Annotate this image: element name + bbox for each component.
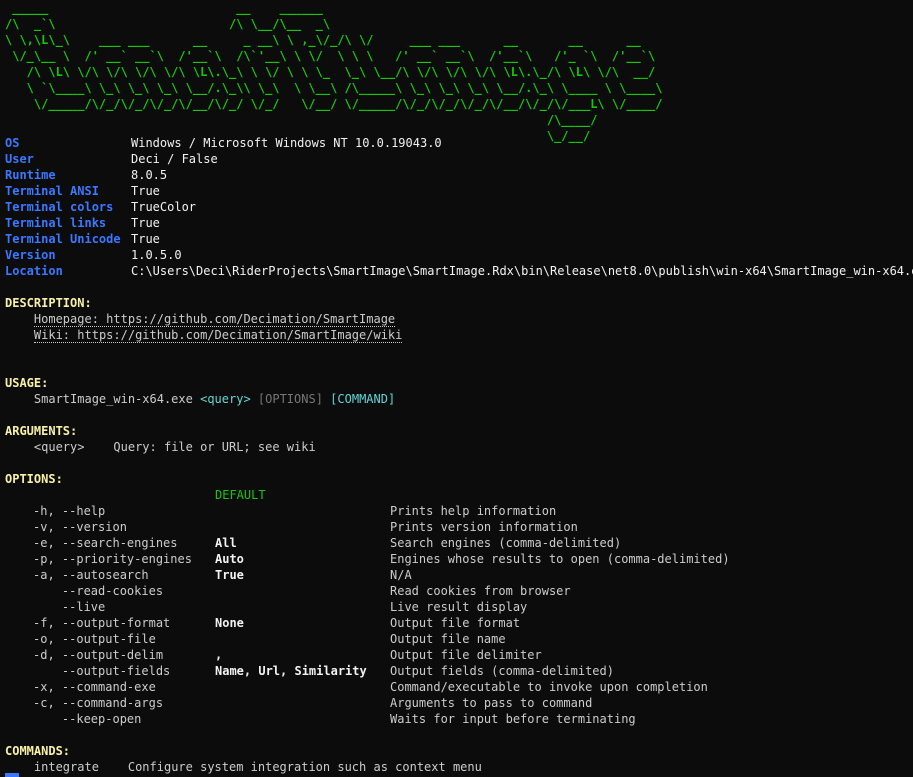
- description-header: DESCRIPTION:: [5, 296, 92, 310]
- default-header: DEFAULT: [215, 488, 266, 502]
- command-name: integrate: [33, 760, 99, 774]
- usage-command: [COMMAND]: [330, 392, 396, 406]
- argument-name: <query>: [33, 440, 85, 454]
- info-value: True: [131, 232, 160, 246]
- option-default: True: [215, 568, 244, 582]
- arguments-section: ARGUMENTS:: [5, 423, 77, 439]
- homepage-label: Homepage:: [33, 312, 99, 326]
- option-flag: -c, --command-args: [33, 696, 164, 710]
- wiki-line: Wiki: https://github.com/Decimation/Smar…: [5, 327, 403, 343]
- option-default: Auto: [215, 552, 244, 566]
- info-key: OS: [5, 136, 20, 150]
- commands-header: COMMANDS:: [5, 744, 71, 758]
- default-column-header: DEFAULT: [215, 487, 266, 503]
- info-key: Terminal ANSI: [5, 184, 99, 198]
- option-desc: Search engines (comma-delimited): [390, 536, 622, 550]
- info-key: Version: [5, 248, 56, 262]
- info-value: TrueColor: [131, 200, 197, 214]
- argument-desc: Query: file or URL; see wiki: [113, 440, 316, 454]
- option-flag: -e, --search-engines: [33, 536, 178, 550]
- option-flag: -a, --autosearch: [33, 568, 149, 582]
- ascii-art-banner: _____ __ ______ /\ _`\ /\ \__/\__ _\ \ \…: [5, 1, 663, 143]
- usage-exe: SmartImage_win-x64.exe: [33, 392, 193, 406]
- option-default: ,: [215, 648, 223, 662]
- info-key: Terminal links: [5, 216, 107, 230]
- option-flag: -f, --output-format: [33, 616, 171, 630]
- option-desc: Waits for input before terminating: [390, 712, 636, 726]
- info-key: Location: [5, 264, 63, 278]
- option-flag: --read-cookies: [33, 584, 164, 598]
- usage-query: <query>: [200, 392, 251, 406]
- info-value: True: [131, 216, 160, 230]
- option-flag: -p, --priority-engines: [33, 552, 192, 566]
- options-header: OPTIONS:: [5, 472, 63, 486]
- argument-row: <query> Query: file or URL; see wiki: [5, 439, 316, 455]
- option-desc: Prints version information: [390, 520, 578, 534]
- option-desc: Arguments to pass to command: [390, 696, 593, 710]
- wiki-url: https://github.com/Decimation/SmartImage…: [77, 328, 403, 342]
- info-value: True: [131, 184, 160, 198]
- option-desc: Output file name: [390, 632, 506, 646]
- options-section: OPTIONS:: [5, 471, 63, 487]
- option-default: None: [215, 616, 244, 630]
- arguments-header: ARGUMENTS:: [5, 424, 78, 438]
- usage-section: USAGE:: [5, 375, 48, 391]
- info-value: C:\Users\Deci\RiderProjects\SmartImage\S…: [131, 264, 913, 278]
- option-default: Name, Url, Similarity: [215, 664, 367, 678]
- option-desc: Prints help information: [390, 504, 557, 518]
- option-flag: --output-fields: [33, 664, 171, 678]
- command-desc: Configure system integration such as con…: [127, 760, 482, 774]
- option-flag: -x, --command-exe: [33, 680, 156, 694]
- option-desc: Output file format: [390, 616, 521, 630]
- option-flag: -h, --help: [33, 504, 106, 518]
- info-key: Runtime: [5, 168, 56, 182]
- description-section: DESCRIPTION:: [5, 295, 92, 311]
- commands-section: COMMANDS:: [5, 743, 70, 759]
- homepage-link[interactable]: Homepage: https://github.com/Decimation/…: [33, 312, 396, 327]
- info-value: Deci / False: [131, 152, 218, 166]
- usage-options: [OPTIONS]: [257, 392, 323, 406]
- option-flag: --live: [33, 600, 106, 614]
- info-key: Terminal Unicode: [5, 232, 121, 246]
- terminal-cursor: [5, 773, 19, 777]
- wiki-label: Wiki:: [33, 328, 71, 342]
- wiki-link[interactable]: Wiki: https://github.com/Decimation/Smar…: [33, 328, 403, 343]
- option-desc: Output file delimiter: [390, 648, 542, 662]
- option-flag: -d, --output-delim: [33, 648, 164, 662]
- homepage-url: https://github.com/Decimation/SmartImage: [106, 312, 396, 326]
- info-value: 8.0.5: [131, 168, 168, 182]
- info-key: Terminal colors: [5, 200, 114, 214]
- option-flag: -v, --version: [33, 520, 127, 534]
- option-desc: Output fields (comma-delimited): [390, 664, 614, 678]
- usage-header: USAGE:: [5, 376, 49, 390]
- command-row: integrate Configure system integration s…: [5, 759, 482, 775]
- info-value: 1.0.5.0: [131, 248, 182, 262]
- option-desc: Command/executable to invoke upon comple…: [390, 680, 708, 694]
- info-value: Windows / Microsoft Windows NT 10.0.1904…: [131, 136, 442, 150]
- option-flag: --keep-open: [33, 712, 142, 726]
- option-desc: Engines whose results to open (comma-del…: [390, 552, 730, 566]
- usage-line: SmartImage_win-x64.exe <query> [OPTIONS]…: [5, 391, 395, 407]
- option-flag: -o, --output-file: [33, 632, 156, 646]
- option-desc: N/A: [390, 568, 412, 582]
- option-default: All: [215, 536, 237, 550]
- homepage-line: Homepage: https://github.com/Decimation/…: [5, 311, 396, 327]
- option-desc: Read cookies from browser: [390, 584, 571, 598]
- info-key: User: [5, 152, 34, 166]
- option-desc: Live result display: [390, 600, 528, 614]
